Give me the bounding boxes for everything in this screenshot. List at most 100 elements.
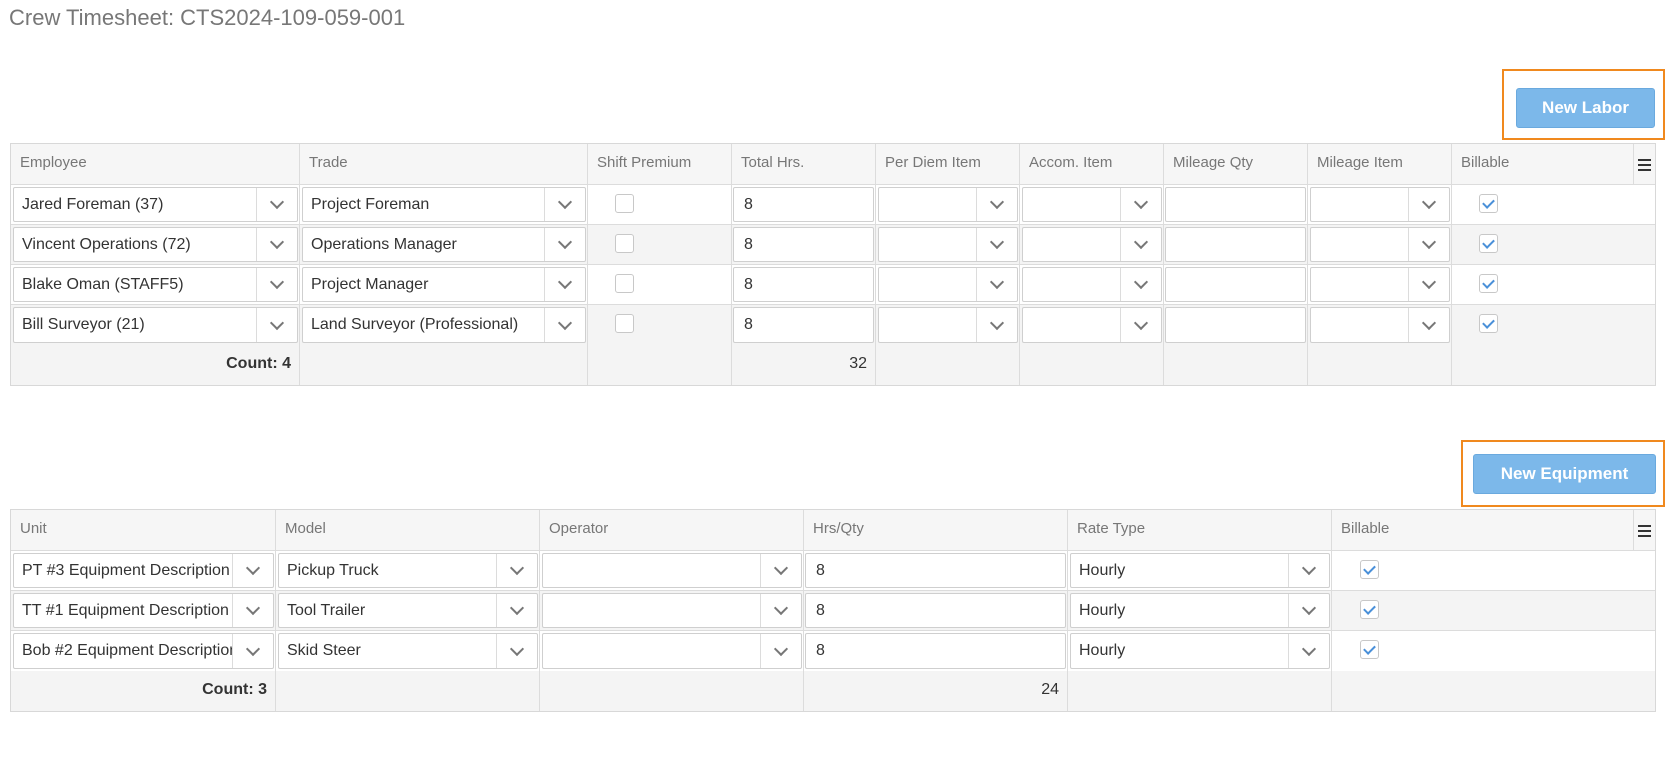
dropdown-toggle[interactable]: [1408, 268, 1449, 301]
trade-dropdown[interactable]: Operations Manager: [302, 227, 586, 262]
col-header-rate-type[interactable]: Rate Type: [1068, 510, 1332, 550]
billable-checkbox[interactable]: [1360, 640, 1379, 659]
col-header-model[interactable]: Model: [276, 510, 540, 550]
rate-type-dropdown[interactable]: Hourly: [1070, 633, 1330, 669]
mileage-item-dropdown[interactable]: [1310, 187, 1450, 222]
rate-type-dropdown[interactable]: Hourly: [1070, 553, 1330, 588]
dropdown-toggle[interactable]: [760, 634, 801, 668]
dropdown-toggle[interactable]: [232, 634, 273, 668]
accom-item-dropdown[interactable]: [1022, 187, 1162, 222]
dropdown-toggle[interactable]: [496, 554, 537, 587]
total-hrs-input[interactable]: 8: [733, 267, 874, 302]
accom-item-dropdown[interactable]: [1022, 307, 1162, 343]
mileage-qty-input[interactable]: [1165, 267, 1306, 302]
dropdown-toggle[interactable]: [256, 308, 297, 342]
table-row[interactable]: TT #1 Equipment Description Tool Trailer 8…: [11, 591, 1655, 631]
trade-dropdown[interactable]: Project Manager: [302, 267, 586, 302]
employee-dropdown[interactable]: Blake Oman (STAFF5): [13, 267, 298, 302]
col-header-total-hrs[interactable]: Total Hrs.: [732, 144, 876, 184]
col-header-per-diem-item[interactable]: Per Diem Item: [876, 144, 1020, 184]
dropdown-toggle[interactable]: [544, 228, 585, 261]
col-header-billable[interactable]: Billable: [1332, 510, 1634, 550]
accom-item-dropdown[interactable]: [1022, 267, 1162, 302]
dropdown-toggle[interactable]: [544, 268, 585, 301]
employee-dropdown[interactable]: Bill Surveyor (21): [13, 307, 298, 343]
dropdown-toggle[interactable]: [1120, 188, 1161, 221]
billable-checkbox[interactable]: [1479, 234, 1498, 253]
hrs-qty-input[interactable]: 8: [805, 593, 1066, 628]
accom-item-dropdown[interactable]: [1022, 227, 1162, 262]
dropdown-toggle[interactable]: [544, 308, 585, 342]
col-header-mileage-item[interactable]: Mileage Item: [1308, 144, 1452, 184]
employee-dropdown[interactable]: Vincent Operations (72): [13, 227, 298, 262]
operator-dropdown[interactable]: [542, 633, 802, 669]
dropdown-toggle[interactable]: [760, 594, 801, 627]
model-dropdown[interactable]: Pickup Truck: [278, 553, 538, 588]
table-row[interactable]: Vincent Operations (72) Operations Manage…: [11, 225, 1655, 265]
unit-dropdown[interactable]: Bob #2 Equipment Description: [13, 633, 274, 669]
col-header-accom-item[interactable]: Accom. Item: [1020, 144, 1164, 184]
per-diem-item-dropdown[interactable]: [878, 187, 1018, 222]
dropdown-toggle[interactable]: [232, 554, 273, 587]
dropdown-toggle[interactable]: [544, 188, 585, 221]
dropdown-toggle[interactable]: [976, 308, 1017, 342]
table-row[interactable]: Jared Foreman (37) Project Foreman 8: [11, 185, 1655, 225]
billable-checkbox[interactable]: [1360, 560, 1379, 579]
col-header-billable[interactable]: Billable: [1452, 144, 1634, 184]
rate-type-dropdown[interactable]: Hourly: [1070, 593, 1330, 628]
dropdown-toggle[interactable]: [1288, 594, 1329, 627]
billable-checkbox[interactable]: [1479, 314, 1498, 333]
billable-checkbox[interactable]: [1479, 274, 1498, 293]
table-row[interactable]: Blake Oman (STAFF5) Project Manager 8: [11, 265, 1655, 305]
dropdown-toggle[interactable]: [256, 228, 297, 261]
trade-dropdown[interactable]: Land Surveyor (Professional): [302, 307, 586, 343]
col-header-unit[interactable]: Unit: [11, 510, 276, 550]
col-header-shift-premium[interactable]: Shift Premium: [588, 144, 732, 184]
labor-column-menu[interactable]: [1634, 144, 1655, 184]
per-diem-item-dropdown[interactable]: [878, 307, 1018, 343]
dropdown-toggle[interactable]: [760, 554, 801, 587]
new-equipment-button[interactable]: New Equipment: [1473, 454, 1656, 494]
dropdown-toggle[interactable]: [1120, 268, 1161, 301]
mileage-item-dropdown[interactable]: [1310, 267, 1450, 302]
dropdown-toggle[interactable]: [1408, 188, 1449, 221]
dropdown-toggle[interactable]: [256, 188, 297, 221]
operator-dropdown[interactable]: [542, 593, 802, 628]
dropdown-toggle[interactable]: [496, 594, 537, 627]
trade-dropdown[interactable]: Project Foreman: [302, 187, 586, 222]
dropdown-toggle[interactable]: [976, 188, 1017, 221]
shift-premium-checkbox[interactable]: [615, 194, 634, 213]
equipment-column-menu[interactable]: [1634, 510, 1655, 550]
dropdown-toggle[interactable]: [232, 594, 273, 627]
new-labor-button[interactable]: New Labor: [1516, 88, 1655, 128]
dropdown-toggle[interactable]: [496, 634, 537, 668]
total-hrs-input[interactable]: 8: [733, 307, 874, 343]
total-hrs-input[interactable]: 8: [733, 187, 874, 222]
employee-dropdown[interactable]: Jared Foreman (37): [13, 187, 298, 222]
col-header-operator[interactable]: Operator: [540, 510, 804, 550]
dropdown-toggle[interactable]: [976, 268, 1017, 301]
mileage-qty-input[interactable]: [1165, 307, 1306, 343]
mileage-qty-input[interactable]: [1165, 227, 1306, 262]
shift-premium-checkbox[interactable]: [615, 274, 634, 293]
unit-dropdown[interactable]: TT #1 Equipment Description: [13, 593, 274, 628]
shift-premium-checkbox[interactable]: [615, 234, 634, 253]
operator-dropdown[interactable]: [542, 553, 802, 588]
table-row[interactable]: PT #3 Equipment Description Pickup Truck 8…: [11, 551, 1655, 591]
col-header-trade[interactable]: Trade: [300, 144, 588, 184]
dropdown-toggle[interactable]: [1288, 554, 1329, 587]
per-diem-item-dropdown[interactable]: [878, 227, 1018, 262]
model-dropdown[interactable]: Tool Trailer: [278, 593, 538, 628]
billable-checkbox[interactable]: [1360, 600, 1379, 619]
col-header-employee[interactable]: Employee: [11, 144, 300, 184]
dropdown-toggle[interactable]: [976, 228, 1017, 261]
model-dropdown[interactable]: Skid Steer: [278, 633, 538, 669]
shift-premium-checkbox[interactable]: [615, 314, 634, 333]
dropdown-toggle[interactable]: [1408, 308, 1449, 342]
dropdown-toggle[interactable]: [1408, 228, 1449, 261]
mileage-item-dropdown[interactable]: [1310, 227, 1450, 262]
col-header-mileage-qty[interactable]: Mileage Qty: [1164, 144, 1308, 184]
dropdown-toggle[interactable]: [1120, 228, 1161, 261]
unit-dropdown[interactable]: PT #3 Equipment Description: [13, 553, 274, 588]
hrs-qty-input[interactable]: 8: [805, 633, 1066, 669]
